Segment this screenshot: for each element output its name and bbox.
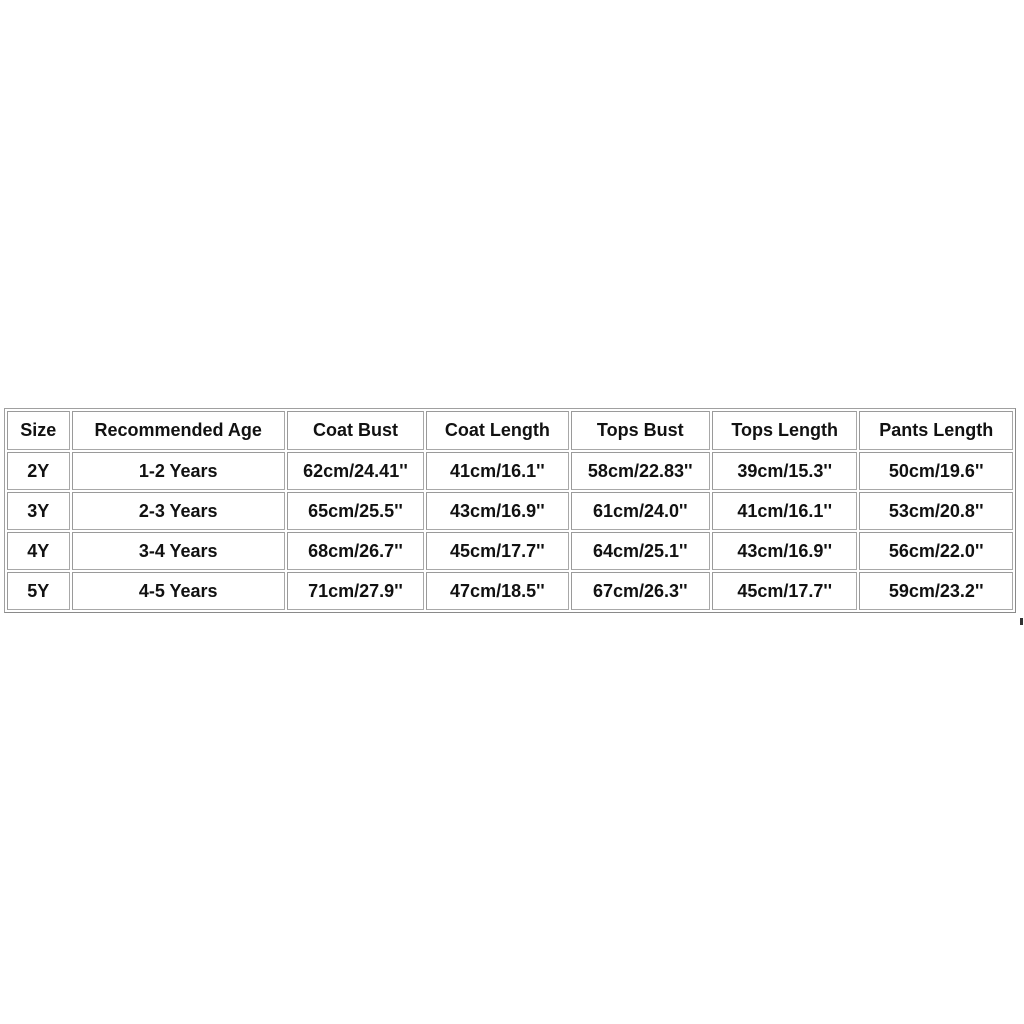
cell-pants-length: 59cm/23.2'' [859,572,1013,610]
header-recommended-age: Recommended Age [71,411,285,450]
header-row: Size Recommended Age Coat Bust Coat Leng… [7,411,1013,450]
cell-coat-length: 41cm/16.1'' [426,452,569,490]
cell-recommended-age: 2-3 Years [71,492,285,530]
cell-tops-bust: 58cm/22.83'' [570,452,710,490]
cell-tops-length: 43cm/16.9'' [711,532,858,570]
cell-coat-length: 45cm/17.7'' [426,532,569,570]
cell-pants-length: 53cm/20.8'' [859,492,1013,530]
cell-coat-length: 47cm/18.5'' [426,572,569,610]
cell-tops-length: 45cm/17.7'' [711,572,858,610]
cell-tops-length: 41cm/16.1'' [711,492,858,530]
header-tops-bust: Tops Bust [570,411,710,450]
cell-tops-bust: 61cm/24.0'' [570,492,710,530]
cell-coat-bust: 71cm/27.9'' [286,572,425,610]
table-row: 4Y 3-4 Years 68cm/26.7'' 45cm/17.7'' 64cm/25… [7,532,1013,570]
cell-recommended-age: 4-5 Years [71,572,285,610]
cell-tops-length: 39cm/15.3'' [711,452,858,490]
header-pants-length: Pants Length [859,411,1013,450]
cell-tops-bust: 64cm/25.1'' [570,532,710,570]
cell-size: 2Y [7,452,70,490]
edge-mark [1020,618,1023,625]
cell-size: 5Y [7,572,70,610]
cell-recommended-age: 3-4 Years [71,532,285,570]
cell-tops-bust: 67cm/26.3'' [570,572,710,610]
header-tops-length: Tops Length [711,411,858,450]
cell-coat-bust: 62cm/24.41'' [286,452,425,490]
header-size: Size [7,411,70,450]
cell-size: 4Y [7,532,70,570]
cell-pants-length: 50cm/19.6'' [859,452,1013,490]
header-coat-bust: Coat Bust [286,411,425,450]
cell-pants-length: 56cm/22.0'' [859,532,1013,570]
table-row: 3Y 2-3 Years 65cm/25.5'' 43cm/16.9'' 61cm/24… [7,492,1013,530]
size-chart-table: Size Recommended Age Coat Bust Coat Leng… [4,408,1016,613]
header-coat-length: Coat Length [426,411,569,450]
cell-coat-bust: 68cm/26.7'' [286,532,425,570]
cell-recommended-age: 1-2 Years [71,452,285,490]
table-row: 2Y 1-2 Years 62cm/24.41'' 41cm/16.1'' 58cm/2… [7,452,1013,490]
cell-coat-length: 43cm/16.9'' [426,492,569,530]
cell-size: 3Y [7,492,70,530]
table-row: 5Y 4-5 Years 71cm/27.9'' 47cm/18.5'' 67cm/26… [7,572,1013,610]
cell-coat-bust: 65cm/25.5'' [286,492,425,530]
